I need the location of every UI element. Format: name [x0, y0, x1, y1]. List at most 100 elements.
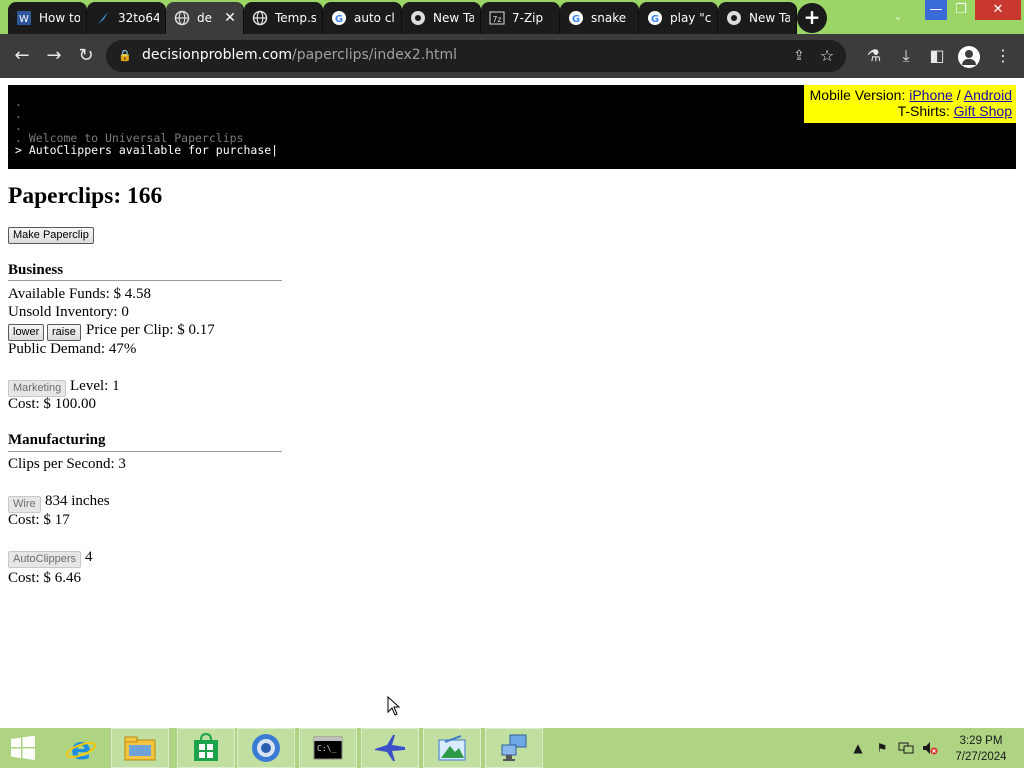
funds-label: Available Funds: $: [8, 286, 125, 302]
inventory-label: Unsold Inventory:: [8, 304, 122, 320]
window-close-button[interactable]: ✕: [975, 0, 1021, 20]
promo-box: Mobile Version: iPhone / Android T-Shirt…: [804, 85, 1016, 123]
make-paperclip-button[interactable]: Make Paperclip: [8, 227, 94, 244]
windows-start-icon[interactable]: [0, 728, 46, 768]
clock-date: 7/27/2024: [955, 751, 1007, 763]
show-hidden-icons-chevron-icon[interactable]: ▲: [850, 740, 866, 756]
svg-text:C:\_: C:\_: [317, 744, 336, 753]
globe-icon: [174, 10, 190, 26]
manufacturing-divider: [8, 451, 282, 452]
tab-new-tab-2[interactable]: New Ta: [718, 2, 797, 34]
marketing-button[interactable]: Marketing: [8, 380, 67, 397]
command-prompt-icon[interactable]: C:\_: [299, 728, 357, 768]
tab-title: New Ta: [749, 11, 790, 25]
tab-title: New Ta: [433, 11, 474, 25]
tab-temp[interactable]: Temp.s: [244, 2, 323, 34]
public-demand-row: Public Demand: 47%: [8, 341, 136, 358]
clock-time: 3:29 PM: [959, 735, 1003, 747]
gift-shop-link[interactable]: Gift Shop: [954, 103, 1012, 119]
store-icon[interactable]: [177, 728, 235, 768]
tab-play[interactable]: G play "cl: [639, 2, 718, 34]
tab-title: snake: [591, 11, 627, 25]
network-computer-icon[interactable]: [485, 728, 543, 768]
wire-cost-value: 17: [54, 512, 70, 528]
tab-how-to[interactable]: W How to: [8, 2, 87, 34]
tab-title: How to: [39, 11, 80, 25]
tab-7zip[interactable]: 7z 7-Zip: [481, 2, 560, 34]
download-icon[interactable]: ⤓: [892, 42, 920, 70]
tab-title: play "cl: [670, 11, 711, 25]
clips-per-second-row: Clips per Second: 3: [8, 456, 126, 473]
paperclips-label: Paperclips:: [8, 183, 128, 209]
svg-text:G: G: [335, 14, 343, 25]
google-icon: G: [331, 10, 347, 26]
funds-value: 4.58: [124, 286, 152, 302]
buy-wire-button[interactable]: Wire: [8, 496, 41, 513]
reload-icon[interactable]: ↻: [72, 42, 100, 70]
globe-icon: [252, 10, 268, 26]
mountain-app-icon[interactable]: [423, 728, 481, 768]
iphone-link[interactable]: iPhone: [909, 87, 953, 103]
tshirts-label: T-Shirts:: [897, 103, 954, 119]
action-center-flag-icon[interactable]: ⚑: [874, 740, 890, 756]
level-label: Level:: [70, 378, 113, 394]
forward-arrow-icon[interactable]: →: [40, 42, 68, 70]
lower-price-button[interactable]: lower: [8, 324, 45, 341]
chrome-app-icon[interactable]: [237, 728, 295, 768]
feather-icon: [95, 10, 111, 26]
tab-auto-cl[interactable]: G auto cl: [323, 2, 402, 34]
autoclippers-button[interactable]: AutoClippers: [8, 551, 81, 568]
jet-app-icon[interactable]: [361, 728, 419, 768]
tab-snake[interactable]: G snake: [560, 2, 639, 34]
inventory-value: 0: [121, 304, 129, 320]
android-link[interactable]: Android: [964, 87, 1012, 103]
marketing-level-row: Level: 1: [70, 378, 120, 395]
tab-new-tab[interactable]: New Ta: [402, 2, 481, 34]
labs-flask-icon[interactable]: ⚗: [860, 42, 888, 70]
wire-amount: 834 inches: [45, 493, 110, 509]
manufacturing-heading: Manufacturing: [8, 432, 106, 448]
raise-price-button[interactable]: raise: [47, 324, 81, 341]
price-value: 0.17: [188, 322, 215, 338]
lock-icon[interactable]: 🔒: [118, 48, 132, 64]
price-label: Price per Clip: $: [86, 322, 189, 338]
internet-explorer-icon[interactable]: e: [52, 728, 110, 768]
marketing-cost-label: Cost: $: [8, 396, 55, 412]
menu-kebab-icon[interactable]: ⋮: [989, 42, 1017, 70]
window-restore-button[interactable]: ❐: [950, 0, 972, 20]
system-clock[interactable]: 3:29 PM 7/27/2024: [946, 733, 1016, 765]
file-explorer-icon[interactable]: [111, 728, 169, 768]
tab-title: Temp.s: [275, 11, 316, 25]
marketing-cost-row: Cost: $ 100.00: [8, 396, 96, 413]
bookmark-star-icon[interactable]: ☆: [816, 45, 838, 67]
back-arrow-icon[interactable]: ←: [8, 42, 36, 70]
svg-text:G: G: [651, 14, 659, 25]
google-icon: G: [647, 10, 663, 26]
demand-value: 47%: [108, 341, 137, 357]
console-current-line: > AutoClippers available for purchase|: [15, 143, 279, 157]
profile-avatar-icon[interactable]: [958, 46, 980, 68]
address-bar[interactable]: 🔒 decisionproblem.com/paperclips/index2.…: [106, 40, 846, 72]
volume-muted-icon[interactable]: [922, 740, 938, 756]
tab-search-chevron-icon[interactable]: ⌄: [888, 6, 908, 26]
network-icon[interactable]: [898, 740, 914, 756]
browser-toolbar: ← → ↻ 🔒 decisionproblem.com/paperclips/i…: [0, 34, 1024, 78]
close-tab-icon[interactable]: ✕: [223, 10, 237, 26]
new-tab-button[interactable]: +: [797, 3, 827, 33]
share-icon[interactable]: ⇪: [788, 45, 810, 67]
tab-strip: W How to 32to64 de ✕ Temp.s G auto cl Ne…: [0, 0, 1024, 34]
windows-taskbar: e C:\_ ▲ ⚑ 3:29 PM 7/27/2024: [0, 728, 1024, 768]
window-minimize-button[interactable]: —: [925, 0, 947, 20]
svg-text:7z: 7z: [492, 15, 501, 24]
message-console: . . . . Welcome to Universal Paperclips …: [8, 85, 1016, 169]
business-heading: Business: [8, 262, 64, 278]
unsold-inventory-row: Unsold Inventory: 0: [8, 304, 129, 321]
level-value: 1: [112, 378, 120, 394]
side-panel-icon[interactable]: ◧: [923, 42, 951, 70]
wire-cost-label: Cost: $: [8, 512, 55, 528]
tab-32to64[interactable]: 32to64: [87, 2, 166, 34]
demand-label: Public Demand:: [8, 341, 109, 357]
tab-decisionproblem[interactable]: de ✕: [166, 2, 244, 34]
mobile-version-label: Mobile Version:: [809, 87, 910, 103]
url-text[interactable]: decisionproblem.com/paperclips/index2.ht…: [142, 47, 457, 63]
